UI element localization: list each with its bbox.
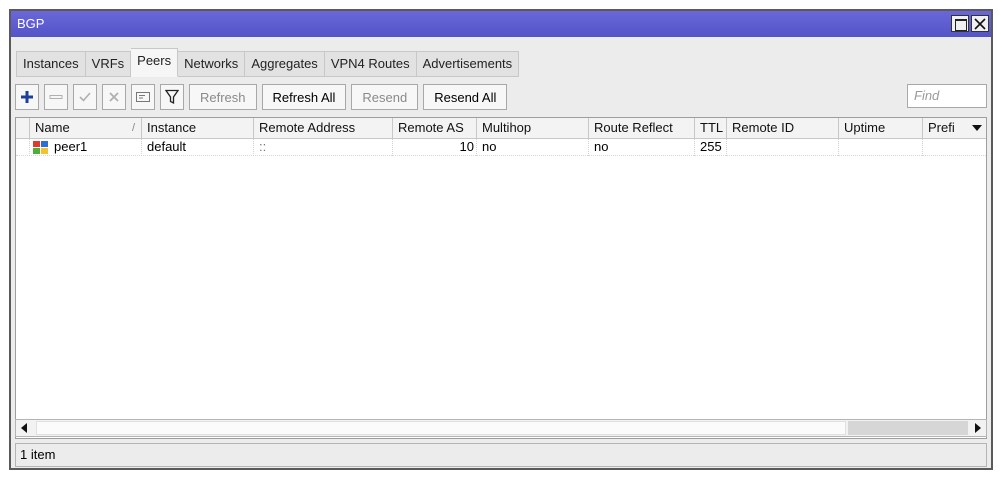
- enable-button[interactable]: [73, 84, 97, 110]
- minus-icon: [49, 95, 63, 99]
- tab-aggregates[interactable]: Aggregates: [245, 51, 325, 77]
- filter-button[interactable]: [160, 84, 184, 110]
- close-button[interactable]: [971, 15, 989, 32]
- cell-name: peer1: [30, 139, 142, 156]
- cell-name-text: peer1: [54, 139, 88, 154]
- column-header-label: Prefi: [928, 120, 955, 135]
- item-count: 1 item: [20, 447, 56, 462]
- column-dropdown-icon[interactable]: [971, 123, 983, 133]
- table-row[interactable]: peer1 default :: 10 no no 255: [16, 139, 986, 156]
- title-bar[interactable]: BGP: [11, 11, 991, 37]
- column-header-remote-address[interactable]: Remote Address: [254, 118, 393, 139]
- refresh-all-button[interactable]: Refresh All: [261, 84, 347, 110]
- cell-prefix: [923, 139, 986, 156]
- resend-all-button[interactable]: Resend All: [423, 84, 508, 110]
- close-icon: [974, 18, 986, 30]
- cell-route-reflect: no: [589, 139, 695, 156]
- bgp-window: BGP Instances VRFs Peers Networks Aggreg…: [9, 9, 993, 470]
- tab-networks[interactable]: Networks: [178, 51, 246, 77]
- column-header-route-reflect[interactable]: Route Reflect: [589, 118, 695, 139]
- column-header-label: Name: [35, 120, 70, 135]
- tab-instances[interactable]: Instances: [16, 51, 86, 77]
- scrollbar-track[interactable]: [848, 421, 968, 435]
- filter-icon: [165, 89, 179, 105]
- find-input[interactable]: Find: [907, 84, 987, 108]
- remove-button[interactable]: [44, 84, 68, 110]
- tab-vrfs[interactable]: VRFs: [85, 51, 132, 77]
- row-spacer: [16, 139, 30, 156]
- tab-advertisements[interactable]: Advertisements: [416, 51, 520, 77]
- tab-bar: Instances VRFs Peers Networks Aggregates…: [16, 48, 520, 77]
- column-header-remote-as[interactable]: Remote AS: [393, 118, 477, 139]
- scroll-right-icon[interactable]: [974, 423, 982, 433]
- column-header-name[interactable]: Name /: [30, 118, 142, 139]
- tab-peers[interactable]: Peers: [131, 48, 179, 77]
- status-bar: 1 item: [15, 443, 987, 467]
- column-header-ttl[interactable]: TTL: [695, 118, 727, 139]
- comment-button[interactable]: [131, 84, 155, 110]
- window-title: BGP: [17, 16, 45, 31]
- disable-icon: [109, 92, 119, 102]
- scroll-left-icon[interactable]: [20, 423, 28, 433]
- table-header: Name / Instance Remote Address Remote AS…: [16, 118, 986, 139]
- add-button[interactable]: [15, 84, 39, 110]
- comment-icon: [136, 92, 150, 102]
- cell-ttl: 255: [695, 139, 727, 156]
- toolbar: Refresh Refresh All Resend Resend All Fi…: [15, 82, 987, 112]
- check-icon: [79, 92, 91, 102]
- column-header-uptime[interactable]: Uptime: [839, 118, 923, 139]
- sort-indicator: /: [131, 122, 135, 134]
- header-spacer: [16, 118, 30, 139]
- refresh-button[interactable]: Refresh: [189, 84, 257, 110]
- column-header-instance[interactable]: Instance: [142, 118, 254, 139]
- plus-icon: [21, 91, 33, 103]
- column-header-multihop[interactable]: Multihop: [477, 118, 589, 139]
- disable-button[interactable]: [102, 84, 126, 110]
- cell-remote-id: [727, 139, 839, 156]
- column-header-remote-id[interactable]: Remote ID: [727, 118, 839, 139]
- cell-instance: default: [142, 139, 254, 156]
- resend-button[interactable]: Resend: [351, 84, 419, 110]
- peer-icon: [33, 141, 48, 154]
- scrollbar-thumb[interactable]: [36, 421, 846, 435]
- peers-table: Name / Instance Remote Address Remote AS…: [15, 117, 987, 439]
- tab-vpn4-routes[interactable]: VPN4 Routes: [324, 51, 417, 77]
- cell-remote-as: 10: [393, 139, 477, 156]
- cell-remote-address: ::: [254, 139, 393, 156]
- cell-multihop: no: [477, 139, 589, 156]
- maximize-button[interactable]: [951, 15, 969, 32]
- horizontal-scrollbar[interactable]: [15, 419, 987, 437]
- cell-uptime: [839, 139, 923, 156]
